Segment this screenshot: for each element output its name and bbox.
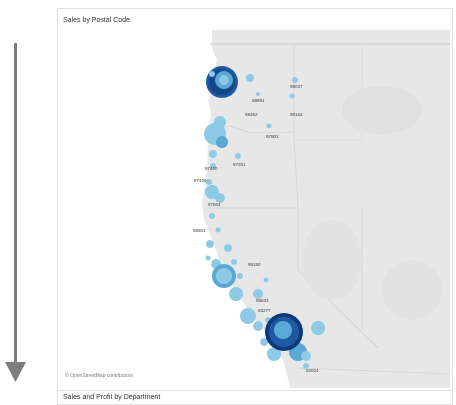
section-divider xyxy=(58,390,452,391)
postal-label: 97420 xyxy=(205,166,218,171)
dashboard: Sales by Postal Code 98037 98891 99362 9… xyxy=(57,8,453,405)
postal-label: 96150 xyxy=(248,262,261,267)
postal-label: 98891 xyxy=(252,98,265,103)
postal-label: 93277 xyxy=(258,308,271,313)
postal-label: 99362 xyxy=(245,112,258,117)
mexico-border xyxy=(297,367,450,375)
idaho-border xyxy=(293,44,299,209)
sales-and-profit-by-department-title: Sales and Profit by Department xyxy=(63,394,161,401)
postal-label: 95833 xyxy=(256,298,269,303)
scroll-down-arrow-icon[interactable] xyxy=(0,0,40,405)
postal-label: 92024 xyxy=(306,368,319,373)
postal-label: 97504 xyxy=(208,202,221,207)
postal-label: 98037 xyxy=(290,84,303,89)
sales-by-postal-code-title: Sales by Postal Code xyxy=(63,17,130,24)
postal-label: 97405 xyxy=(194,178,207,183)
sales-map[interactable]: 98037 98891 99362 99163 97801 97351 9742… xyxy=(62,30,450,388)
pacific-ocean xyxy=(62,30,290,388)
postal-label: 99163 xyxy=(290,112,303,117)
map-attribution[interactable]: © OpenStreetMap contributors xyxy=(65,373,133,379)
postal-label: 95501 xyxy=(193,228,206,233)
postal-label: 97801 xyxy=(266,134,279,139)
postal-label: 97351 xyxy=(233,162,246,167)
map-canvas: 98037 98891 99362 99163 97801 97351 9742… xyxy=(62,30,450,388)
